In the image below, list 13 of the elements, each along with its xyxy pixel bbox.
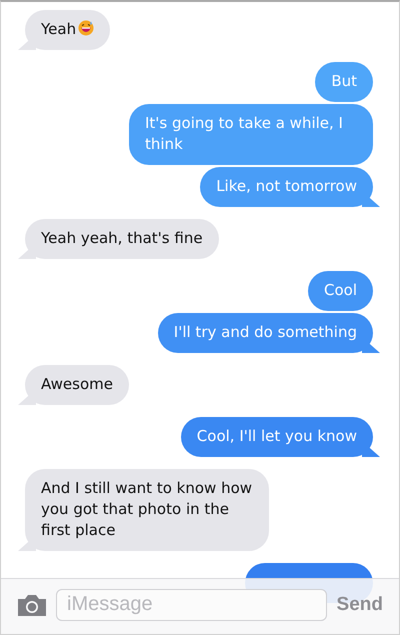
message-bubble: It's going to take a while, I think — [129, 104, 373, 165]
message-bubble: Yeah — [25, 10, 110, 50]
message-bubble: I'll try and do something — [158, 313, 373, 353]
message-field[interactable]: iMessage — [56, 588, 327, 620]
message-bubble: Yeah yeah, that's fine — [25, 219, 219, 259]
message-bubble: And I still want to know how you got that photo in the first place — [25, 469, 269, 551]
message-bubble: But — [315, 62, 373, 102]
message-bubble: Cool — [308, 271, 373, 311]
message-bubble: Like, not tomorrow — [200, 167, 373, 207]
camera-icon[interactable] — [16, 592, 48, 616]
message-bubble: Awesome — [25, 365, 129, 405]
message-bubble: Cool, I'll let you know — [180, 417, 373, 457]
send-button[interactable]: Send — [334, 594, 385, 616]
